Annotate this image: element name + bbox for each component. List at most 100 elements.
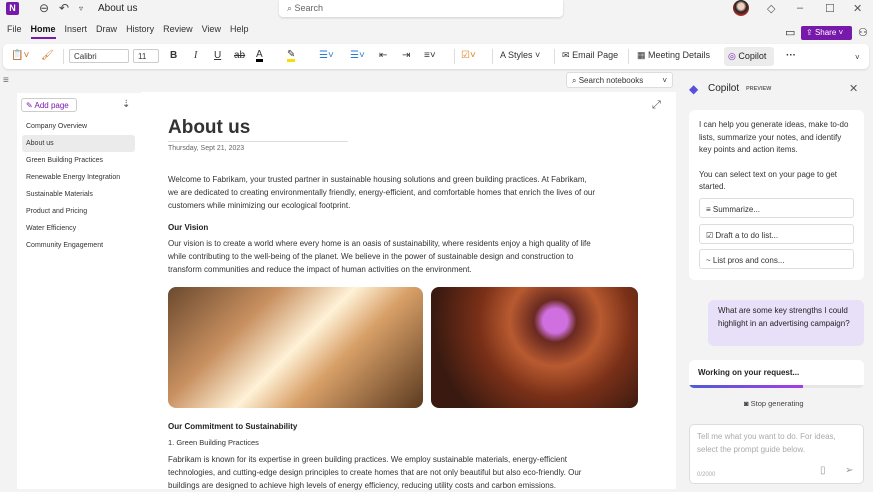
customize-icon[interactable]: ▿	[79, 4, 83, 13]
meeting-details-button[interactable]: ▦ Meeting Details	[637, 50, 710, 61]
pros-cons-prompt-button[interactable]: ~ List pros and cons...	[699, 249, 854, 269]
progress-bar	[689, 385, 864, 388]
search-notebooks-input[interactable]: ⌕ Search notebooks ˅	[566, 72, 673, 88]
decrease-indent-icon[interactable]: ⇤	[379, 50, 387, 61]
more-options-button[interactable]: ···	[786, 50, 796, 61]
envelope-icon: ✉	[562, 50, 570, 60]
paste-icon[interactable]: 📋˅	[11, 50, 29, 61]
prompt-input[interactable]: Tell me what you want to do. For ideas, …	[689, 424, 864, 484]
stop-generating-button[interactable]: ◙ Stop generating	[744, 399, 804, 408]
highlight-icon[interactable]: ✎	[287, 50, 296, 62]
search-icon: ⌕	[287, 3, 295, 13]
page-item[interactable]: Company Overview	[22, 118, 135, 135]
search-input[interactable]: ⌕ Search	[279, 0, 563, 17]
todo-prompt-button[interactable]: ☑ Draft a to do list...	[699, 224, 854, 244]
prompt-guide-icon[interactable]: ▯	[820, 465, 826, 478]
page-item[interactable]: Renewable Energy Integration	[22, 169, 135, 186]
document-title: About us	[98, 3, 138, 14]
sort-icon[interactable]: ⇣	[122, 99, 130, 110]
increase-indent-icon[interactable]: ⇥	[402, 50, 410, 61]
page-canvas[interactable]: ⤢ About us Thursday, Sept 21, 2023 Welco…	[141, 92, 676, 492]
sticky-note-icon[interactable]: ▭	[785, 26, 795, 39]
copilot-icon: ◎	[728, 51, 736, 61]
page-item[interactable]: Sustainable Materials	[22, 186, 135, 203]
intro-text-2: You can select text on your page to get …	[699, 169, 838, 192]
copilot-logo-icon: ◆	[689, 82, 699, 96]
list-item-heading[interactable]: 1. Green Building Practices	[168, 436, 598, 449]
underline-button[interactable]: U	[214, 50, 221, 61]
menu-bar: File Home Insert Draw History Review Vie…	[7, 24, 257, 39]
copilot-button[interactable]: ◎ Copilot	[724, 47, 774, 66]
strikethrough-button[interactable]: ab	[234, 50, 245, 61]
green-building-paragraph[interactable]: Fabrikam is known for its expertise in g…	[168, 453, 598, 492]
share-button[interactable]: ⇪ Share ˅	[801, 26, 852, 40]
working-status: Working on your request...	[689, 360, 864, 388]
align-icon[interactable]: ≡˅	[424, 50, 436, 61]
page-item[interactable]: About us	[22, 135, 135, 152]
calendar-icon: ▦	[637, 50, 646, 60]
font-select[interactable]: Calibri	[69, 49, 129, 63]
copilot-panel: ◆ Copilot PREVIEW ✕ I can help you gener…	[680, 72, 873, 489]
tab-review[interactable]: Review	[163, 24, 193, 39]
user-message: What are some key strengths I could high…	[708, 300, 864, 346]
format-painter-icon[interactable]: 🖌	[41, 50, 54, 61]
search-icon: ⌕	[572, 76, 579, 85]
hamburger-icon[interactable]: ≡	[3, 75, 9, 86]
checkbox-icon: ☑	[706, 231, 716, 240]
close-copilot-icon[interactable]: ✕	[849, 82, 858, 95]
lines-icon: ≡	[706, 205, 713, 214]
onenote-logo-icon: N	[6, 2, 19, 15]
send-icon[interactable]: ➢	[845, 465, 853, 478]
bullets-icon[interactable]: ☰˅	[319, 50, 334, 61]
dome-ceiling-image	[431, 287, 638, 408]
vision-paragraph[interactable]: Our vision is to create a world where ev…	[168, 237, 598, 276]
page-date: Thursday, Sept 21, 2023	[168, 145, 245, 152]
premium-diamond-icon[interactable]: ◇	[767, 2, 775, 15]
undo-icon[interactable]: ↶	[59, 1, 69, 15]
copilot-intro-card: I can help you generate ideas, make to-d…	[689, 110, 864, 280]
tab-help[interactable]: Help	[230, 24, 249, 39]
preview-badge: PREVIEW	[746, 86, 772, 92]
email-page-button[interactable]: ✉ Email Page	[562, 50, 618, 61]
page-item[interactable]: Community Engagement	[22, 237, 135, 254]
styles-button[interactable]: A Styles ˅	[500, 50, 540, 60]
font-size-select[interactable]: 11	[133, 49, 159, 63]
tab-draw[interactable]: Draw	[96, 24, 117, 39]
comments-icon[interactable]: ⚇	[858, 26, 868, 39]
tab-history[interactable]: History	[126, 24, 154, 39]
styles-icon: A	[500, 50, 506, 60]
numbering-icon[interactable]: ☰˅	[350, 50, 365, 61]
summarize-prompt-button[interactable]: ≡ Summarize...	[699, 198, 854, 218]
share-icon: ⇪	[806, 28, 815, 37]
vision-heading[interactable]: Our Vision	[168, 223, 208, 232]
bold-button[interactable]: B	[170, 50, 177, 61]
ribbon: 📋˅ 🖌 Calibri 11 B I U ab A ✎ ☰˅ ☰˅ ⇤ ⇥ ≡…	[3, 44, 869, 69]
page-item[interactable]: Product and Pricing	[22, 203, 135, 220]
tab-file[interactable]: File	[7, 24, 22, 39]
avatar[interactable]	[733, 0, 749, 16]
wooden-structure-image	[168, 287, 423, 408]
page-title[interactable]: About us	[168, 117, 348, 142]
add-page-button[interactable]: ✎ Add page	[21, 98, 77, 112]
tag-icon[interactable]: ☑˅	[461, 50, 476, 61]
back-icon[interactable]: ⊖	[39, 1, 49, 15]
stop-icon: ◙	[744, 399, 751, 408]
tab-home[interactable]: Home	[30, 24, 56, 39]
chevron-down-icon: ˅	[662, 76, 667, 85]
expand-ribbon-icon[interactable]: ˅	[855, 53, 860, 62]
tab-insert[interactable]: Insert	[65, 24, 88, 39]
italic-button[interactable]: I	[194, 50, 197, 61]
tab-view[interactable]: View	[202, 24, 221, 39]
close-icon[interactable]: ✕	[853, 2, 862, 15]
page-item[interactable]: Green Building Practices	[22, 152, 135, 169]
pulse-icon: ~	[706, 256, 713, 265]
commitment-heading[interactable]: Our Commitment to Sustainability	[168, 422, 297, 431]
intro-paragraph[interactable]: Welcome to Fabrikam, your trusted partne…	[168, 173, 598, 212]
page-list: ✎ Add page ⇣ Company Overview About us G…	[17, 93, 141, 489]
expand-icon[interactable]: ⤢	[652, 99, 661, 112]
page-item[interactable]: Water Efficiency	[22, 220, 135, 237]
maximize-icon[interactable]: ☐	[825, 2, 835, 15]
intro-text: I can help you generate ideas, make to-d…	[699, 120, 849, 154]
minimize-icon[interactable]: –	[797, 2, 803, 14]
font-color-icon[interactable]: A	[256, 50, 263, 62]
